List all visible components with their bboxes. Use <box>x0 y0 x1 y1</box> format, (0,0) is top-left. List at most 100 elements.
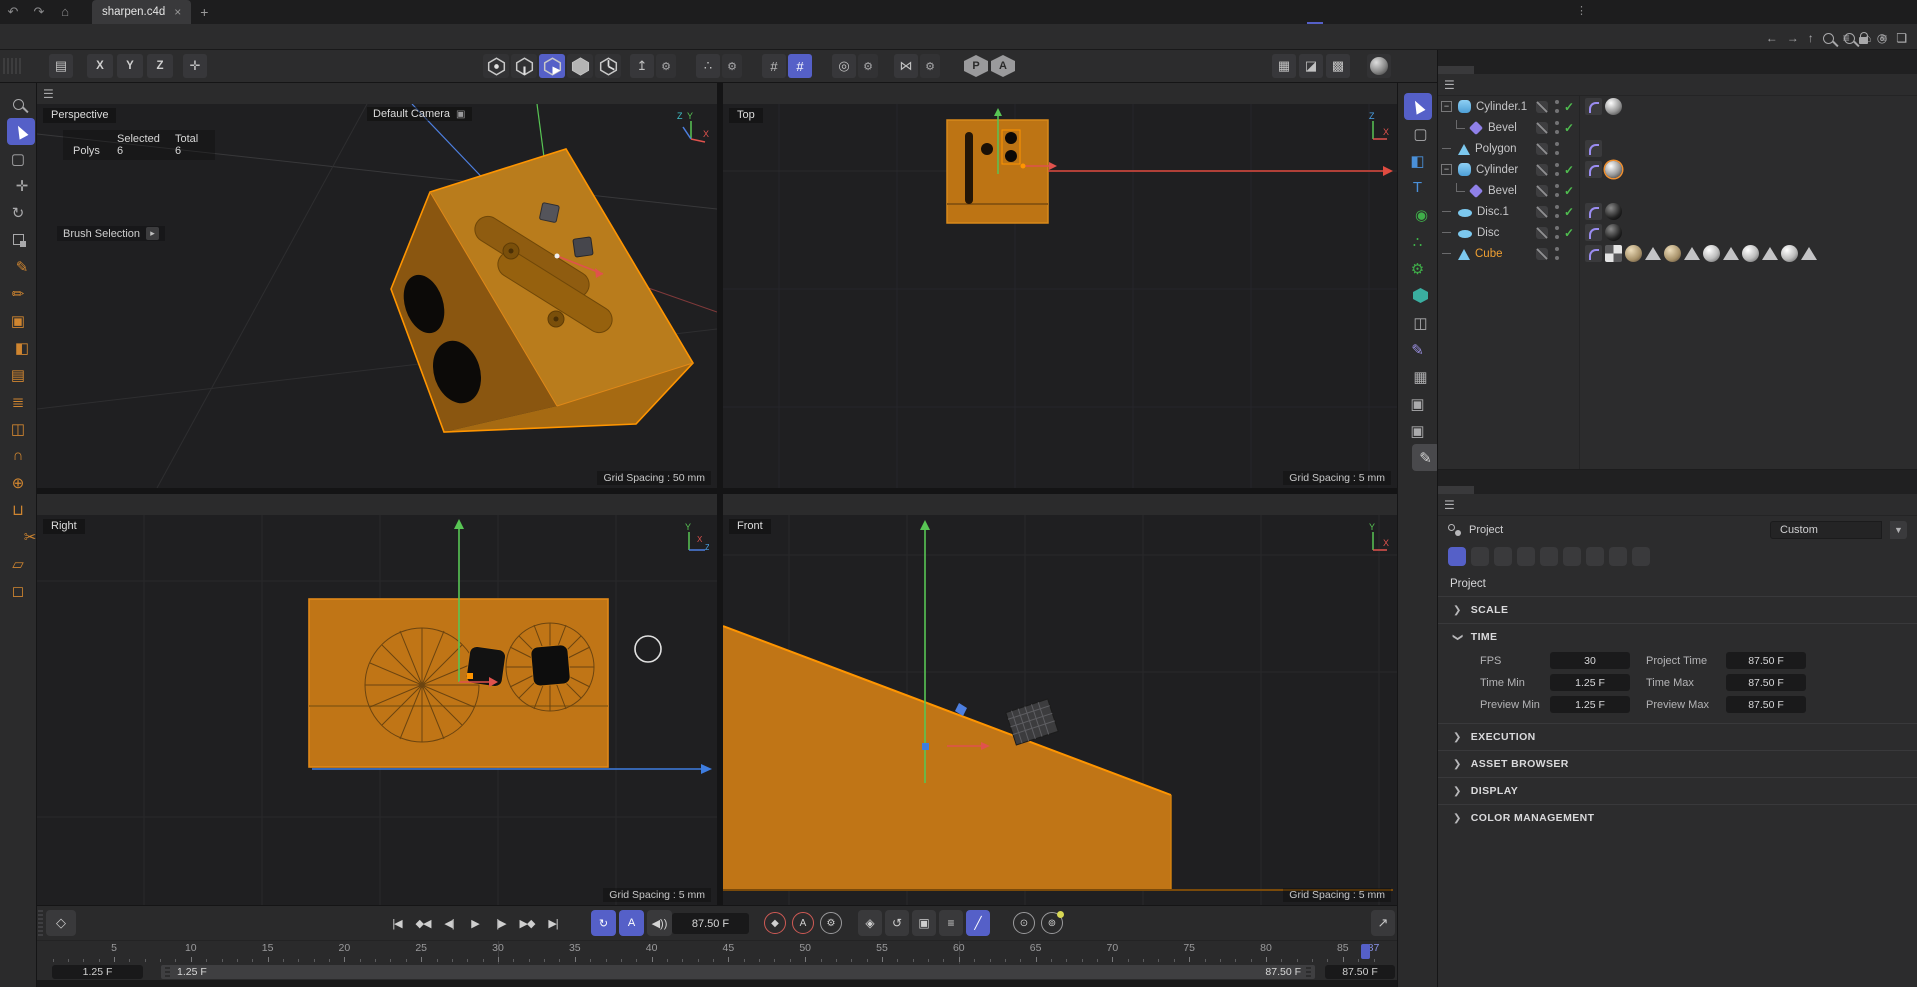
visibility-dots-icon[interactable] <box>1555 163 1559 176</box>
cube-tool[interactable]: ◻ <box>4 577 32 604</box>
range-end-field[interactable]: 87.50 F <box>1325 965 1395 979</box>
search-icon[interactable] <box>1823 33 1834 44</box>
grid-snap-button[interactable]: # <box>762 54 786 78</box>
attr-tab-cineware[interactable] <box>1494 547 1512 566</box>
symmetry-button[interactable]: ⋈ <box>894 54 918 78</box>
lock-icon[interactable] <box>1859 37 1868 44</box>
camera-tool[interactable]: ▣ <box>1404 390 1432 417</box>
tri-tag[interactable] <box>1684 247 1700 260</box>
arch-tool[interactable]: ∩ <box>4 442 32 469</box>
dynamics-gear-tool[interactable]: ⚙ <box>1404 255 1432 282</box>
quantize-snap-button[interactable]: # <box>788 54 812 78</box>
camera-chip[interactable]: Default Camera▣ <box>367 107 472 121</box>
plane-tool[interactable]: ▱ <box>4 550 32 577</box>
rotate-tool[interactable]: ↻ <box>4 199 32 226</box>
layer-stack-tool[interactable]: ≣ <box>4 388 32 415</box>
viewport-zoom-tool[interactable] <box>4 91 32 118</box>
loop-toggle[interactable]: ↻ <box>591 910 616 936</box>
frame-region-tool[interactable]: ▢ <box>1407 120 1435 147</box>
play-button[interactable]: ▶ <box>463 910 487 936</box>
redo-icon[interactable]: ↷ <box>26 4 52 20</box>
sharpener-model[interactable] <box>391 149 693 432</box>
render-view-button[interactable]: ▦ <box>1272 54 1296 78</box>
object-row[interactable]: Polygon <box>1438 138 1917 159</box>
perspective-canvas[interactable]: Perspective Default Camera▣ SelectedTota… <box>37 104 717 488</box>
drag-handle[interactable] <box>3 58 21 74</box>
up-icon[interactable]: ↑ <box>1808 31 1814 45</box>
key-parameter-toggle[interactable]: ≡ <box>939 910 963 936</box>
object-label[interactable]: Cube <box>1475 248 1503 260</box>
object-label[interactable]: Cylinder.1 <box>1476 101 1527 113</box>
autokey-range-toggle[interactable]: A <box>619 910 644 936</box>
enabled-check-icon[interactable]: ✓ <box>1564 205 1574 219</box>
tri-tag[interactable] <box>1762 247 1778 260</box>
mat-light-tag[interactable] <box>1781 245 1798 262</box>
phong-tag[interactable] <box>1585 245 1602 262</box>
object-label[interactable]: Polygon <box>1475 143 1517 155</box>
axis-settings-button[interactable]: ⚙ <box>722 54 742 78</box>
front-scene[interactable] <box>723 515 1397 905</box>
object-label[interactable]: Cylinder <box>1476 164 1518 176</box>
transform-cube-tool[interactable]: ◫ <box>1407 309 1435 336</box>
mat-tan-tag[interactable] <box>1664 245 1681 262</box>
object-row[interactable]: Disc.1✓ <box>1438 201 1917 222</box>
back-icon[interactable]: ← <box>1766 31 1778 45</box>
visibility-dots-icon[interactable] <box>1555 121 1559 134</box>
barrel-tool[interactable]: ⊔ <box>4 496 32 523</box>
layout-tab-standard[interactable] <box>1299 0 1331 24</box>
y-axis-lock-button[interactable]: Y <box>117 54 143 78</box>
enabled-check-icon[interactable]: ✓ <box>1564 226 1574 240</box>
attr-tab-to-do[interactable] <box>1609 547 1627 566</box>
section-execution[interactable]: ❯ EXECUTION <box>1438 723 1917 750</box>
top-canvas[interactable]: Top Z X Grid Spacing : 5 mm <box>723 104 1397 488</box>
prev-key-button[interactable]: ◆◀ <box>411 910 435 936</box>
goto-start-button[interactable]: |◀ <box>385 910 409 936</box>
mat-gray-sel-tag[interactable] <box>1605 161 1622 178</box>
make-editable-settings-button[interactable]: ⚙ <box>656 54 676 78</box>
current-frame-field[interactable]: 87.50 F <box>672 913 749 934</box>
section-display[interactable]: ❯ DISPLAY <box>1438 777 1917 804</box>
z-axis-lock-button[interactable]: Z <box>147 54 173 78</box>
enabled-check-icon[interactable]: ✓ <box>1564 184 1574 198</box>
layout-tab-uvedit[interactable] <box>1395 0 1427 24</box>
visibility-dots-icon[interactable] <box>1555 205 1559 218</box>
filter-icon[interactable]: ≡ <box>1843 31 1850 45</box>
mat-light-tag[interactable] <box>1703 245 1720 262</box>
phong-tag[interactable] <box>1585 161 1602 178</box>
enabled-check-icon[interactable]: ✓ <box>1564 100 1574 114</box>
radial-symmetry-settings-button[interactable]: ⚙ <box>858 54 878 78</box>
collapse-icon[interactable]: − <box>1441 101 1452 112</box>
object-row[interactable]: −Cylinder✓ <box>1438 159 1917 180</box>
sound-toggle[interactable]: ◀)) <box>647 910 672 936</box>
section-time[interactable]: ❯ TIME <box>1438 623 1917 650</box>
chevron-down-icon[interactable]: ▼ <box>1890 521 1907 539</box>
layout-tab-paint[interactable] <box>1427 0 1459 24</box>
project-time-field[interactable]: 87.50 F <box>1726 652 1806 669</box>
brush-selection-chip[interactable]: Brush Selection▸ <box>57 226 165 241</box>
attr-tab-animation[interactable] <box>1540 547 1558 566</box>
home-icon[interactable]: ⌂ <box>52 4 78 20</box>
undo-icon[interactable]: ↶ <box>0 4 26 20</box>
attr-tab-nodes[interactable] <box>1632 547 1650 566</box>
mat-dark-tag[interactable] <box>1605 203 1622 220</box>
edges-mode-button[interactable] <box>511 54 537 78</box>
target-icon[interactable]: ◎ <box>1877 31 1887 45</box>
coordinate-system-button[interactable]: ✛ <box>183 54 207 78</box>
key-rotation-toggle[interactable]: ↺ <box>885 910 909 936</box>
text-tool[interactable]: T <box>1404 174 1432 201</box>
tab-attributes[interactable] <box>1438 486 1474 494</box>
next-frame-button[interactable]: |▶ <box>489 910 513 936</box>
sharpener-front-view[interactable] <box>723 626 1393 890</box>
x-axis-lock-button[interactable]: X <box>87 54 113 78</box>
section-asset-browser[interactable]: ❯ ASSET BROWSER <box>1438 750 1917 777</box>
visibility-dots-icon[interactable] <box>1555 184 1559 197</box>
subdivide-tool[interactable]: ▤ <box>4 361 32 388</box>
material-sphere-button[interactable] <box>1367 54 1391 78</box>
object-label[interactable]: Disc <box>1477 227 1499 239</box>
add-keyframe-button[interactable]: ◇ <box>46 910 76 936</box>
attr-tab-simulation[interactable] <box>1586 547 1604 566</box>
mat-light-tag[interactable] <box>1742 245 1759 262</box>
object-row[interactable]: Cube <box>1438 243 1917 264</box>
live-selection-tool[interactable] <box>7 118 35 145</box>
record-objects-button[interactable]: ⊙ <box>1013 912 1035 934</box>
